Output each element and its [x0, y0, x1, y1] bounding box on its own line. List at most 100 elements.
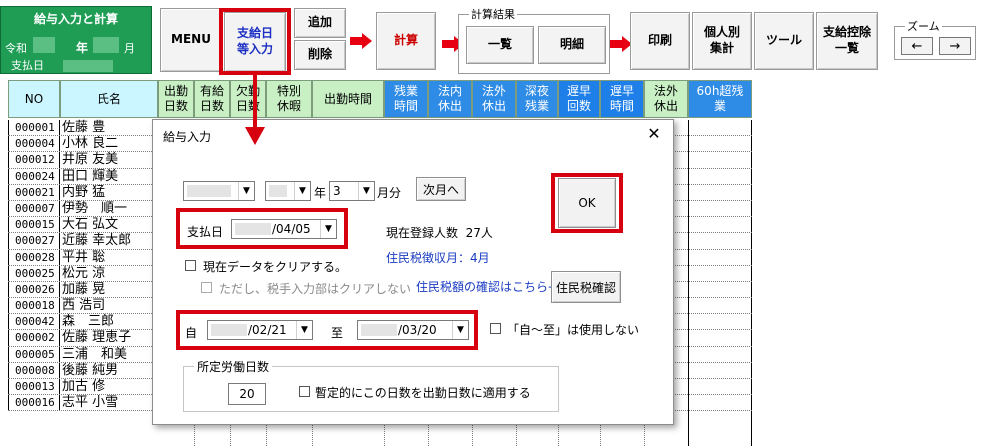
clear-data-checkbox[interactable]: [185, 260, 196, 271]
app-title: 給与入力と計算: [33, 12, 118, 26]
employee-name: 大石 弘文: [60, 217, 158, 233]
chevron-down-icon: ▼: [238, 182, 254, 200]
workdays-apply-checkbox[interactable]: [299, 386, 310, 397]
era-select[interactable]: ▼: [183, 181, 255, 201]
highlight-ok: [551, 173, 623, 233]
arrow-icon: [610, 36, 632, 52]
header-nonlegal-holiday: 法外 休出: [472, 80, 516, 118]
header-late-count: 遅早 回数: [558, 80, 600, 118]
zoom-group: ズーム ← →: [894, 18, 976, 60]
range-unused-checkbox[interactable]: [490, 323, 501, 334]
dialog-title: 給与入力: [163, 130, 212, 144]
era-label: 令和: [5, 42, 27, 55]
employee-name: 小林 良二: [60, 136, 158, 152]
employee-no: 000026: [8, 281, 60, 298]
header-legal-holiday: 法内 休出: [428, 80, 472, 118]
workdays-caption: 所定労働日数: [194, 358, 273, 375]
employee-name: 佐藤 豊: [60, 120, 158, 136]
individual-total-button[interactable]: 個人別 集計: [692, 12, 752, 70]
calc-button[interactable]: 計算: [376, 12, 436, 70]
employee-name: 後藤 純男: [60, 362, 158, 378]
employee-name: 佐藤 理恵子: [60, 330, 158, 346]
detail-button[interactable]: 明細: [538, 26, 606, 64]
employee-name: 森 三郎: [60, 314, 158, 330]
employee-name: 井原 友美: [60, 152, 158, 168]
add-button[interactable]: 追加: [294, 8, 346, 38]
employee-name: 田口 輝美: [60, 168, 158, 184]
registered-count: 現在登録人数 27人: [386, 224, 493, 241]
header-nonlegal-holiday-2: 法外 休出: [644, 80, 688, 118]
employee-no: 000021: [8, 184, 60, 200]
calc-result-caption: 計算結果: [469, 6, 517, 22]
chevron-down-icon: ▼: [358, 182, 374, 200]
next-month-button[interactable]: 次月へ: [416, 177, 466, 201]
employee-no: 000012: [8, 152, 60, 168]
employee-name: 内野 猛: [60, 184, 158, 200]
registered-value: 27人: [465, 226, 493, 240]
employee-no: 000002: [8, 330, 60, 346]
print-button[interactable]: 印刷: [630, 12, 690, 70]
menu-button[interactable]: MENU: [160, 8, 222, 72]
list-button[interactable]: 一覧: [466, 26, 534, 64]
masked-month: [93, 37, 119, 53]
header-overtime: 残業 時間: [384, 80, 428, 118]
deduction-list-button[interactable]: 支給控除 一覧: [816, 12, 878, 70]
dialog-year-label: 年: [314, 186, 327, 200]
dialog-month-label: 月分: [377, 186, 402, 200]
payday-label: 支払日: [11, 59, 44, 72]
masked-year: [33, 37, 55, 53]
header-special-leave: 特別 休暇: [266, 80, 312, 118]
clear-note-label: ただし、税手入力部はクリアしない: [219, 282, 412, 296]
clear-note-checkbox: [201, 282, 212, 293]
employee-no: 000042: [8, 314, 60, 330]
header-60h-overtime: 60h超残 業: [688, 80, 752, 118]
month-select[interactable]: 3 ▼: [329, 181, 375, 201]
header-paid-leave: 有給 日数: [194, 80, 230, 118]
employee-no: 000016: [8, 395, 60, 411]
year-select[interactable]: ▼: [265, 181, 311, 201]
employee-no: 000018: [8, 298, 60, 314]
down-arrow-icon: [245, 75, 265, 145]
year-label: 年: [76, 41, 89, 55]
masked-payday: [63, 60, 113, 72]
employee-no: 000024: [8, 168, 60, 184]
employee-name: 加古 修: [60, 379, 158, 395]
header-night-overtime: 深夜 残業: [516, 80, 558, 118]
workdays-apply-label: 暫定的にこの日数を出勤日数に適用する: [315, 386, 531, 400]
close-icon[interactable]: ✕: [645, 124, 663, 143]
tools-button[interactable]: ツール: [754, 12, 814, 70]
salary-input-dialog: 給与入力 ✕ ▼ ▼ 年 3 ▼ 月分 次月へ OK 支払日 /04/05 ▼ …: [152, 119, 674, 425]
chevron-down-icon: ▼: [294, 182, 310, 200]
header-work-days: 出勤 日数: [158, 80, 194, 118]
employee-name: 三浦 和美: [60, 346, 158, 362]
resident-tax-button[interactable]: 住民税確認: [551, 271, 621, 303]
employee-name: 志平 小雪: [60, 395, 158, 411]
resident-tax-link[interactable]: 住民税額の確認はこちら→: [416, 278, 558, 295]
employee-no: 000013: [8, 379, 60, 395]
zoom-in-button[interactable]: →: [939, 37, 971, 55]
masked-era: [187, 185, 231, 197]
header-name: 氏名: [60, 80, 158, 118]
employee-name: 加藤 晃: [60, 281, 158, 298]
header-late-time: 遅早 時間: [600, 80, 644, 118]
employee-no: 000008: [8, 362, 60, 378]
workdays-input[interactable]: 20: [228, 383, 266, 405]
employee-no: 000004: [8, 136, 60, 152]
title-panel: 給与入力と計算 令和 年 月 支払日: [0, 6, 152, 74]
zoom-out-button[interactable]: ←: [901, 37, 933, 55]
header-no: NO: [8, 80, 60, 118]
range-unused-label: 「自～至」は使用しない: [507, 323, 640, 337]
header-work-time: 出勤時間: [312, 80, 384, 118]
employee-no: 000028: [8, 249, 60, 265]
highlight-salary-input: [219, 8, 291, 75]
delete-button[interactable]: 削除: [294, 40, 346, 70]
employee-no: 000025: [8, 265, 60, 281]
registered-label: 現在登録人数: [386, 226, 459, 240]
month-label: 月: [124, 42, 135, 55]
employee-name: 西 浩司: [60, 298, 158, 314]
employee-name: 近藤 幸太郎: [60, 233, 158, 249]
employee-no: 000027: [8, 233, 60, 249]
masked-year: [269, 185, 287, 197]
employee-no: 000007: [8, 200, 60, 217]
employee-name: 平井 聡: [60, 249, 158, 265]
